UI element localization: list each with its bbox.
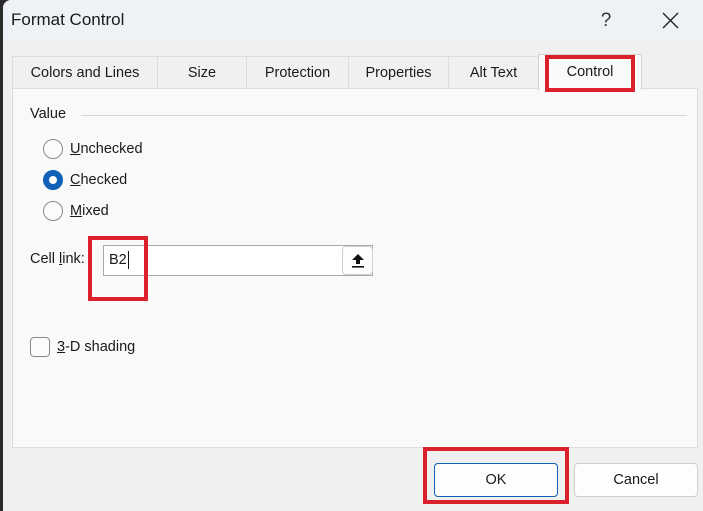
tab-strip: Colors and Lines Size Protection Propert… xyxy=(12,54,702,90)
radio-button[interactable] xyxy=(43,201,63,221)
radio-button-selected[interactable] xyxy=(43,170,63,190)
cell-link-label: Cell link: xyxy=(30,251,85,267)
radio-label: Mixed xyxy=(70,203,109,219)
group-divider xyxy=(81,115,687,116)
radio-mixed[interactable]: Mixed xyxy=(43,199,109,223)
help-button[interactable]: ? xyxy=(591,6,621,36)
tab-colors-and-lines[interactable]: Colors and Lines xyxy=(12,56,158,89)
3d-shading-checkbox-row[interactable]: 3-D shading xyxy=(30,335,135,359)
tab-alt-text[interactable]: Alt Text xyxy=(448,56,539,89)
format-control-dialog: Format Control ? Colors and Lines Size P… xyxy=(3,0,703,511)
3d-shading-label: 3-D shading xyxy=(57,339,136,355)
cell-link-value: B2 xyxy=(109,252,127,268)
close-icon xyxy=(662,12,679,29)
cancel-button[interactable]: Cancel xyxy=(574,463,698,497)
upload-arrow-icon xyxy=(352,254,364,268)
help-icon: ? xyxy=(600,10,612,31)
cell-link-input[interactable]: B2 xyxy=(103,245,373,276)
radio-checked[interactable]: Checked xyxy=(43,168,127,192)
ok-button[interactable]: OK xyxy=(434,463,558,497)
tab-protection[interactable]: Protection xyxy=(246,56,349,89)
control-tab-panel: Value Unchecked Checked Mixed Cell link:… xyxy=(12,88,698,448)
collapse-dialog-button[interactable] xyxy=(342,246,373,275)
title-bar: Format Control ? xyxy=(3,0,703,42)
radio-button[interactable] xyxy=(43,139,63,159)
radio-label: Checked xyxy=(70,172,128,188)
close-button[interactable] xyxy=(653,6,687,36)
dialog-title: Format Control xyxy=(11,10,125,29)
tab-properties[interactable]: Properties xyxy=(348,56,449,89)
text-caret xyxy=(127,251,129,270)
value-group-label: Value xyxy=(30,106,67,122)
tab-size[interactable]: Size xyxy=(157,56,247,89)
tab-control[interactable]: Control xyxy=(538,54,642,90)
radio-unchecked[interactable]: Unchecked xyxy=(43,137,143,161)
radio-label: Unchecked xyxy=(70,141,143,157)
3d-shading-checkbox[interactable] xyxy=(30,337,50,357)
